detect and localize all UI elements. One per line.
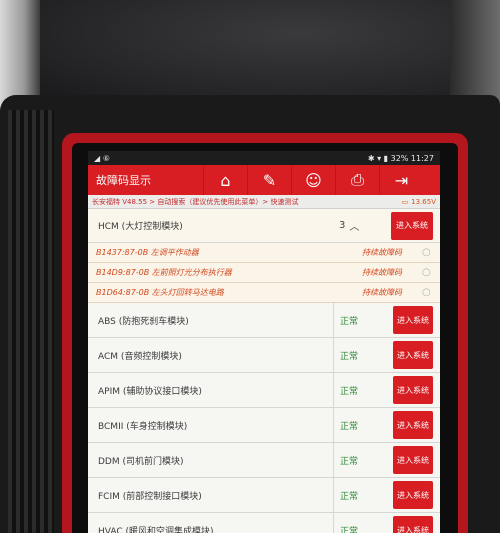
dtc-code: B14D9:87-0B 左前照灯光分布执行器 — [96, 268, 232, 277]
enter-system-button[interactable]: 进入系统 — [391, 211, 433, 240]
search-icon[interactable]: ○ — [422, 287, 440, 298]
module-name: APIM (辅助协议接口模块) — [98, 386, 202, 397]
module-name: DDM (司机前门模块) — [98, 456, 184, 467]
dtc-count[interactable]: 3 ︿ — [339, 218, 387, 233]
tools-button[interactable]: ✎ — [247, 165, 291, 195]
module-name: HCM (大灯控制模块) — [98, 222, 183, 232]
enter-system-button[interactable]: 进入系统 — [393, 306, 433, 334]
module-status: 正常 — [333, 338, 389, 372]
home-icon: ⌂ — [220, 170, 231, 190]
enter-system-button[interactable]: 进入系统 — [393, 446, 433, 474]
breadcrumb: 长安福特 V48.55 > 自动搜索（建议优先使用此菜单）> 快速测试 ▭ 13… — [88, 195, 440, 209]
dtc-row: B14D9:87-0B 左前照灯光分布执行器 持续故障码 ○ — [88, 263, 440, 283]
module-row-abs[interactable]: ABS (防抱死刹车模块) 正常 进入系统 — [88, 303, 440, 338]
module-name: BCMII (车身控制模块) — [98, 421, 188, 432]
user-icon: ☺ — [305, 170, 322, 190]
battery-voltage-value: 13.65V — [411, 197, 436, 206]
breadcrumb-path[interactable]: 长安福特 V48.55 > 自动搜索（建议优先使用此菜单）> 快速测试 — [92, 197, 402, 207]
module-row-ddm[interactable]: DDM (司机前门模块) 正常 进入系统 — [88, 443, 440, 478]
dtc-code: B1D64:87-0B 左头灯回转马达电路 — [96, 288, 224, 297]
enter-system-button[interactable]: 进入系统 — [393, 411, 433, 439]
background-left-object — [0, 0, 40, 110]
home-button[interactable]: ⌂ — [203, 165, 247, 195]
module-name: FCIM (前部控制接口模块) — [98, 491, 202, 502]
search-icon[interactable]: ○ — [422, 247, 440, 258]
dtc-row: B1D64:87-0B 左头灯回转马达电路 持续故障码 ○ — [88, 283, 440, 303]
exit-button[interactable]: ⇥ — [379, 165, 423, 195]
user-button[interactable]: ☺ — [291, 165, 335, 195]
module-status: 正常 — [333, 443, 389, 477]
exit-icon: ⇥ — [394, 170, 409, 190]
module-status: 正常 — [333, 513, 389, 533]
print-button[interactable]: ⎙ — [335, 165, 379, 195]
module-status: 正常 — [333, 478, 389, 512]
module-row-hcm[interactable]: HCM (大灯控制模块) 3 ︿ 进入系统 — [88, 209, 440, 243]
page-title: 故障码显示 — [96, 174, 151, 187]
background-right-object — [450, 0, 500, 110]
dtc-row: B1437:87-0B 左调平作动器 持续故障码 ○ — [88, 243, 440, 263]
dtc-count-value: 3 — [339, 220, 346, 231]
battery-icon: ▭ — [401, 197, 409, 206]
status-bar-right: ✱ ▾ ▮ 32% 11:27 — [367, 153, 434, 163]
enter-system-button[interactable]: 进入系统 — [393, 341, 433, 369]
battery-voltage: ▭ 13.65V — [402, 198, 436, 206]
tablet-grip — [8, 110, 54, 533]
module-row-acm[interactable]: ACM (音频控制模块) 正常 进入系统 — [88, 338, 440, 373]
module-row-fcim[interactable]: FCIM (前部控制接口模块) 正常 进入系统 — [88, 478, 440, 513]
dtc-status: 持续故障码 — [362, 288, 402, 297]
module-name: ACM (音频控制模块) — [98, 351, 182, 362]
status-bar-left-icons: ◢ ⑥ — [94, 153, 110, 163]
module-name: HVAC (暖风和空调集成模块) — [98, 526, 214, 533]
enter-system-button[interactable]: 进入系统 — [393, 376, 433, 404]
tools-icon: ✎ — [262, 170, 277, 190]
search-icon[interactable]: ○ — [422, 267, 440, 278]
module-status: 正常 — [333, 408, 389, 442]
module-status: 正常 — [333, 373, 389, 407]
module-row-bcmii[interactable]: BCMII (车身控制模块) 正常 进入系统 — [88, 408, 440, 443]
module-row-hvac[interactable]: HVAC (暖风和空调集成模块) 正常 进入系统 — [88, 513, 440, 533]
dtc-status: 持续故障码 — [362, 248, 402, 257]
dtc-status: 持续故障码 — [362, 268, 402, 277]
enter-system-button[interactable]: 进入系统 — [393, 481, 433, 509]
dtc-code: B1437:87-0B 左调平作动器 — [96, 248, 199, 257]
print-icon: ⎙ — [351, 170, 364, 189]
module-row-apim[interactable]: APIM (辅助协议接口模块) 正常 进入系统 — [88, 373, 440, 408]
chevron-up-icon: ︿ — [349, 222, 360, 233]
module-name: ABS (防抱死刹车模块) — [98, 316, 189, 327]
module-status: 正常 — [333, 303, 389, 337]
enter-system-button[interactable]: 进入系统 — [393, 516, 433, 533]
car-seat-background — [0, 0, 500, 110]
device-screen: ◢ ⑥ ✱ ▾ ▮ 32% 11:27 故障码显示 ⌂ ✎ ☺ ⎙ ⇥ 长安福特… — [88, 151, 440, 533]
status-bar: ◢ ⑥ ✱ ▾ ▮ 32% 11:27 — [88, 151, 440, 165]
app-header: 故障码显示 ⌂ ✎ ☺ ⎙ ⇥ — [88, 165, 440, 195]
